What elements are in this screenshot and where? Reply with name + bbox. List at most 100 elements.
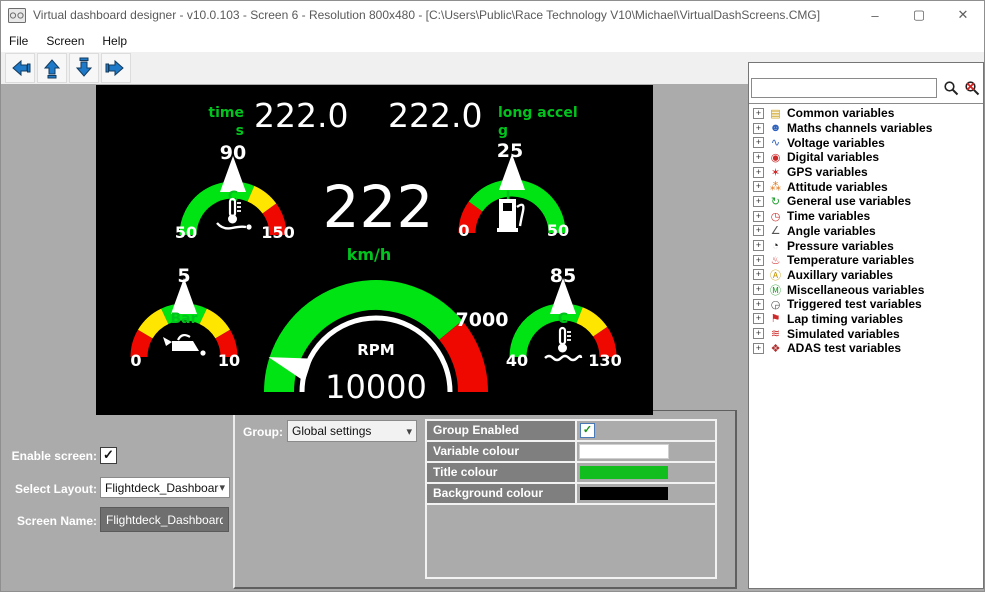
- expand-icon[interactable]: +: [753, 328, 764, 339]
- expand-icon[interactable]: +: [753, 196, 764, 207]
- long-accel-value: 222.0: [388, 99, 482, 132]
- menu-help[interactable]: Help: [93, 31, 136, 51]
- property-row: Variable colour: [427, 442, 715, 463]
- tree-item[interactable]: + ♨ Temperature variables: [749, 253, 983, 268]
- expand-icon[interactable]: +: [753, 299, 764, 310]
- nav-screen-right-button[interactable]: [101, 53, 131, 83]
- colour-swatch[interactable]: [580, 487, 668, 500]
- tree-item[interactable]: +◶Triggered test variables: [749, 297, 983, 312]
- clear-search-icon: [964, 80, 981, 97]
- arrow-right-icon: [105, 57, 127, 79]
- enable-screen-checkbox[interactable]: ✓: [100, 447, 117, 464]
- tree-item[interactable]: +✶GPS variables: [749, 165, 983, 180]
- search-button[interactable]: [941, 78, 961, 98]
- tree-item[interactable]: +∿Voltage variables: [749, 135, 983, 150]
- expand-icon[interactable]: +: [753, 211, 764, 222]
- expand-icon[interactable]: +: [753, 181, 764, 192]
- expand-icon[interactable]: +: [753, 108, 764, 119]
- pressure-icon: ◔: [768, 240, 783, 252]
- colour-swatch[interactable]: [580, 445, 668, 458]
- expand-icon[interactable]: +: [753, 240, 764, 251]
- expand-icon[interactable]: +: [753, 313, 764, 324]
- tree-item-label: Lap timing variables: [787, 312, 903, 326]
- tree-item[interactable]: +≋Simulated variables: [749, 326, 983, 341]
- tree-item[interactable]: +☻Maths channels variables: [749, 121, 983, 136]
- tree-item-label: Digital variables: [787, 150, 879, 164]
- clear-search-button[interactable]: [962, 78, 982, 98]
- select-layout-dropdown[interactable]: Flightdeck_Dashboard: [100, 477, 230, 498]
- property-label: Title colour: [427, 463, 577, 482]
- expand-icon[interactable]: +: [753, 225, 764, 236]
- water-temp-unit: C: [541, 311, 585, 327]
- tree-item[interactable]: +ⓂMiscellaneous variables: [749, 282, 983, 297]
- tree-item[interactable]: +↻General use variables: [749, 194, 983, 209]
- nav-screen-left-button[interactable]: [5, 53, 35, 83]
- tree-item-label: Pressure variables: [787, 239, 894, 253]
- tree-item[interactable]: +⁂Attitude variables: [749, 179, 983, 194]
- dashboard-preview[interactable]: time s 222.0 222.0 long accel g 222 km/h…: [96, 85, 653, 415]
- fuel-max: 50: [536, 221, 580, 240]
- tree-item[interactable]: +∠Angle variables: [749, 224, 983, 239]
- oil-pressure-icon: [160, 329, 208, 359]
- tree-item[interactable]: + ◔ Pressure variables: [749, 238, 983, 253]
- property-label: Group Enabled: [427, 421, 577, 440]
- maximize-button[interactable]: ▢: [897, 0, 941, 30]
- tree-item[interactable]: +▤Common variables: [749, 106, 983, 121]
- property-value: ✓: [577, 421, 715, 440]
- tree-item-label: Simulated variables: [787, 327, 900, 341]
- tree-item[interactable]: +❖ADAS test variables: [749, 341, 983, 356]
- expand-icon[interactable]: +: [753, 137, 764, 148]
- water-temp-value: 85: [541, 265, 585, 287]
- time-unit: s: [176, 123, 244, 139]
- search-input[interactable]: [751, 78, 937, 98]
- arrow-left-icon: [9, 57, 31, 79]
- expand-icon[interactable]: +: [753, 123, 764, 134]
- group-enabled-checkbox[interactable]: ✓: [580, 423, 595, 438]
- nav-screen-down-button[interactable]: [69, 53, 99, 83]
- oil-pressure-max: 10: [207, 351, 251, 370]
- tree-item-label: Angle variables: [787, 224, 876, 238]
- expand-icon[interactable]: +: [753, 284, 764, 295]
- menu-file[interactable]: File: [0, 31, 37, 51]
- tree-item-label: Miscellaneous variables: [787, 283, 924, 297]
- screen-name-label: Screen Name:: [6, 514, 97, 528]
- screen-name-input[interactable]: [100, 507, 229, 532]
- gauge-arc-segment: [451, 330, 473, 392]
- auxillary-icon: Ⓐ: [768, 267, 783, 283]
- titlebar: Virtual dashboard designer - v10.0.103 -…: [0, 0, 985, 30]
- expand-icon[interactable]: +: [753, 152, 764, 163]
- colour-swatch[interactable]: [580, 466, 668, 479]
- nav-screen-up-button[interactable]: [37, 53, 67, 83]
- minimize-button[interactable]: –: [853, 0, 897, 30]
- maths-channels-icon: ☻: [768, 122, 783, 134]
- oil-pressure-unit: Bar: [162, 311, 206, 327]
- tree-item[interactable]: +◉Digital variables: [749, 150, 983, 165]
- tree-item-label: Temperature variables: [787, 253, 914, 267]
- triggered-test-icon: ◶: [768, 298, 783, 311]
- tree-item-label: General use variables: [787, 194, 911, 208]
- close-button[interactable]: ✕: [941, 0, 985, 30]
- time-title: time: [176, 105, 244, 121]
- tree-item[interactable]: +◷Time variables: [749, 209, 983, 224]
- property-label: Variable colour: [427, 442, 577, 461]
- fuel-min: 0: [442, 221, 486, 240]
- expand-icon[interactable]: +: [753, 269, 764, 280]
- common-variables-icon: ▤: [768, 107, 783, 120]
- chevron-down-icon: [406, 425, 412, 438]
- tree-item-label: Time variables: [787, 209, 870, 223]
- group-dropdown[interactable]: Global settings: [287, 420, 417, 442]
- menu-screen[interactable]: Screen: [37, 31, 93, 51]
- oil-temp-max: 150: [256, 223, 300, 242]
- arrow-up-icon: [41, 57, 63, 79]
- property-value: [577, 442, 715, 461]
- tree-item[interactable]: +ⒶAuxillary variables: [749, 268, 983, 283]
- rpm-value: 10000: [302, 368, 450, 406]
- property-value: [577, 484, 715, 503]
- temperature-icon: ♨: [768, 254, 783, 267]
- attitude-icon: ⁂: [768, 180, 783, 193]
- expand-icon[interactable]: +: [753, 343, 764, 354]
- expand-icon[interactable]: +: [753, 255, 764, 266]
- expand-icon[interactable]: +: [753, 167, 764, 178]
- select-layout-label: Select Layout:: [6, 482, 97, 496]
- tree-item[interactable]: +⚑Lap timing variables: [749, 312, 983, 327]
